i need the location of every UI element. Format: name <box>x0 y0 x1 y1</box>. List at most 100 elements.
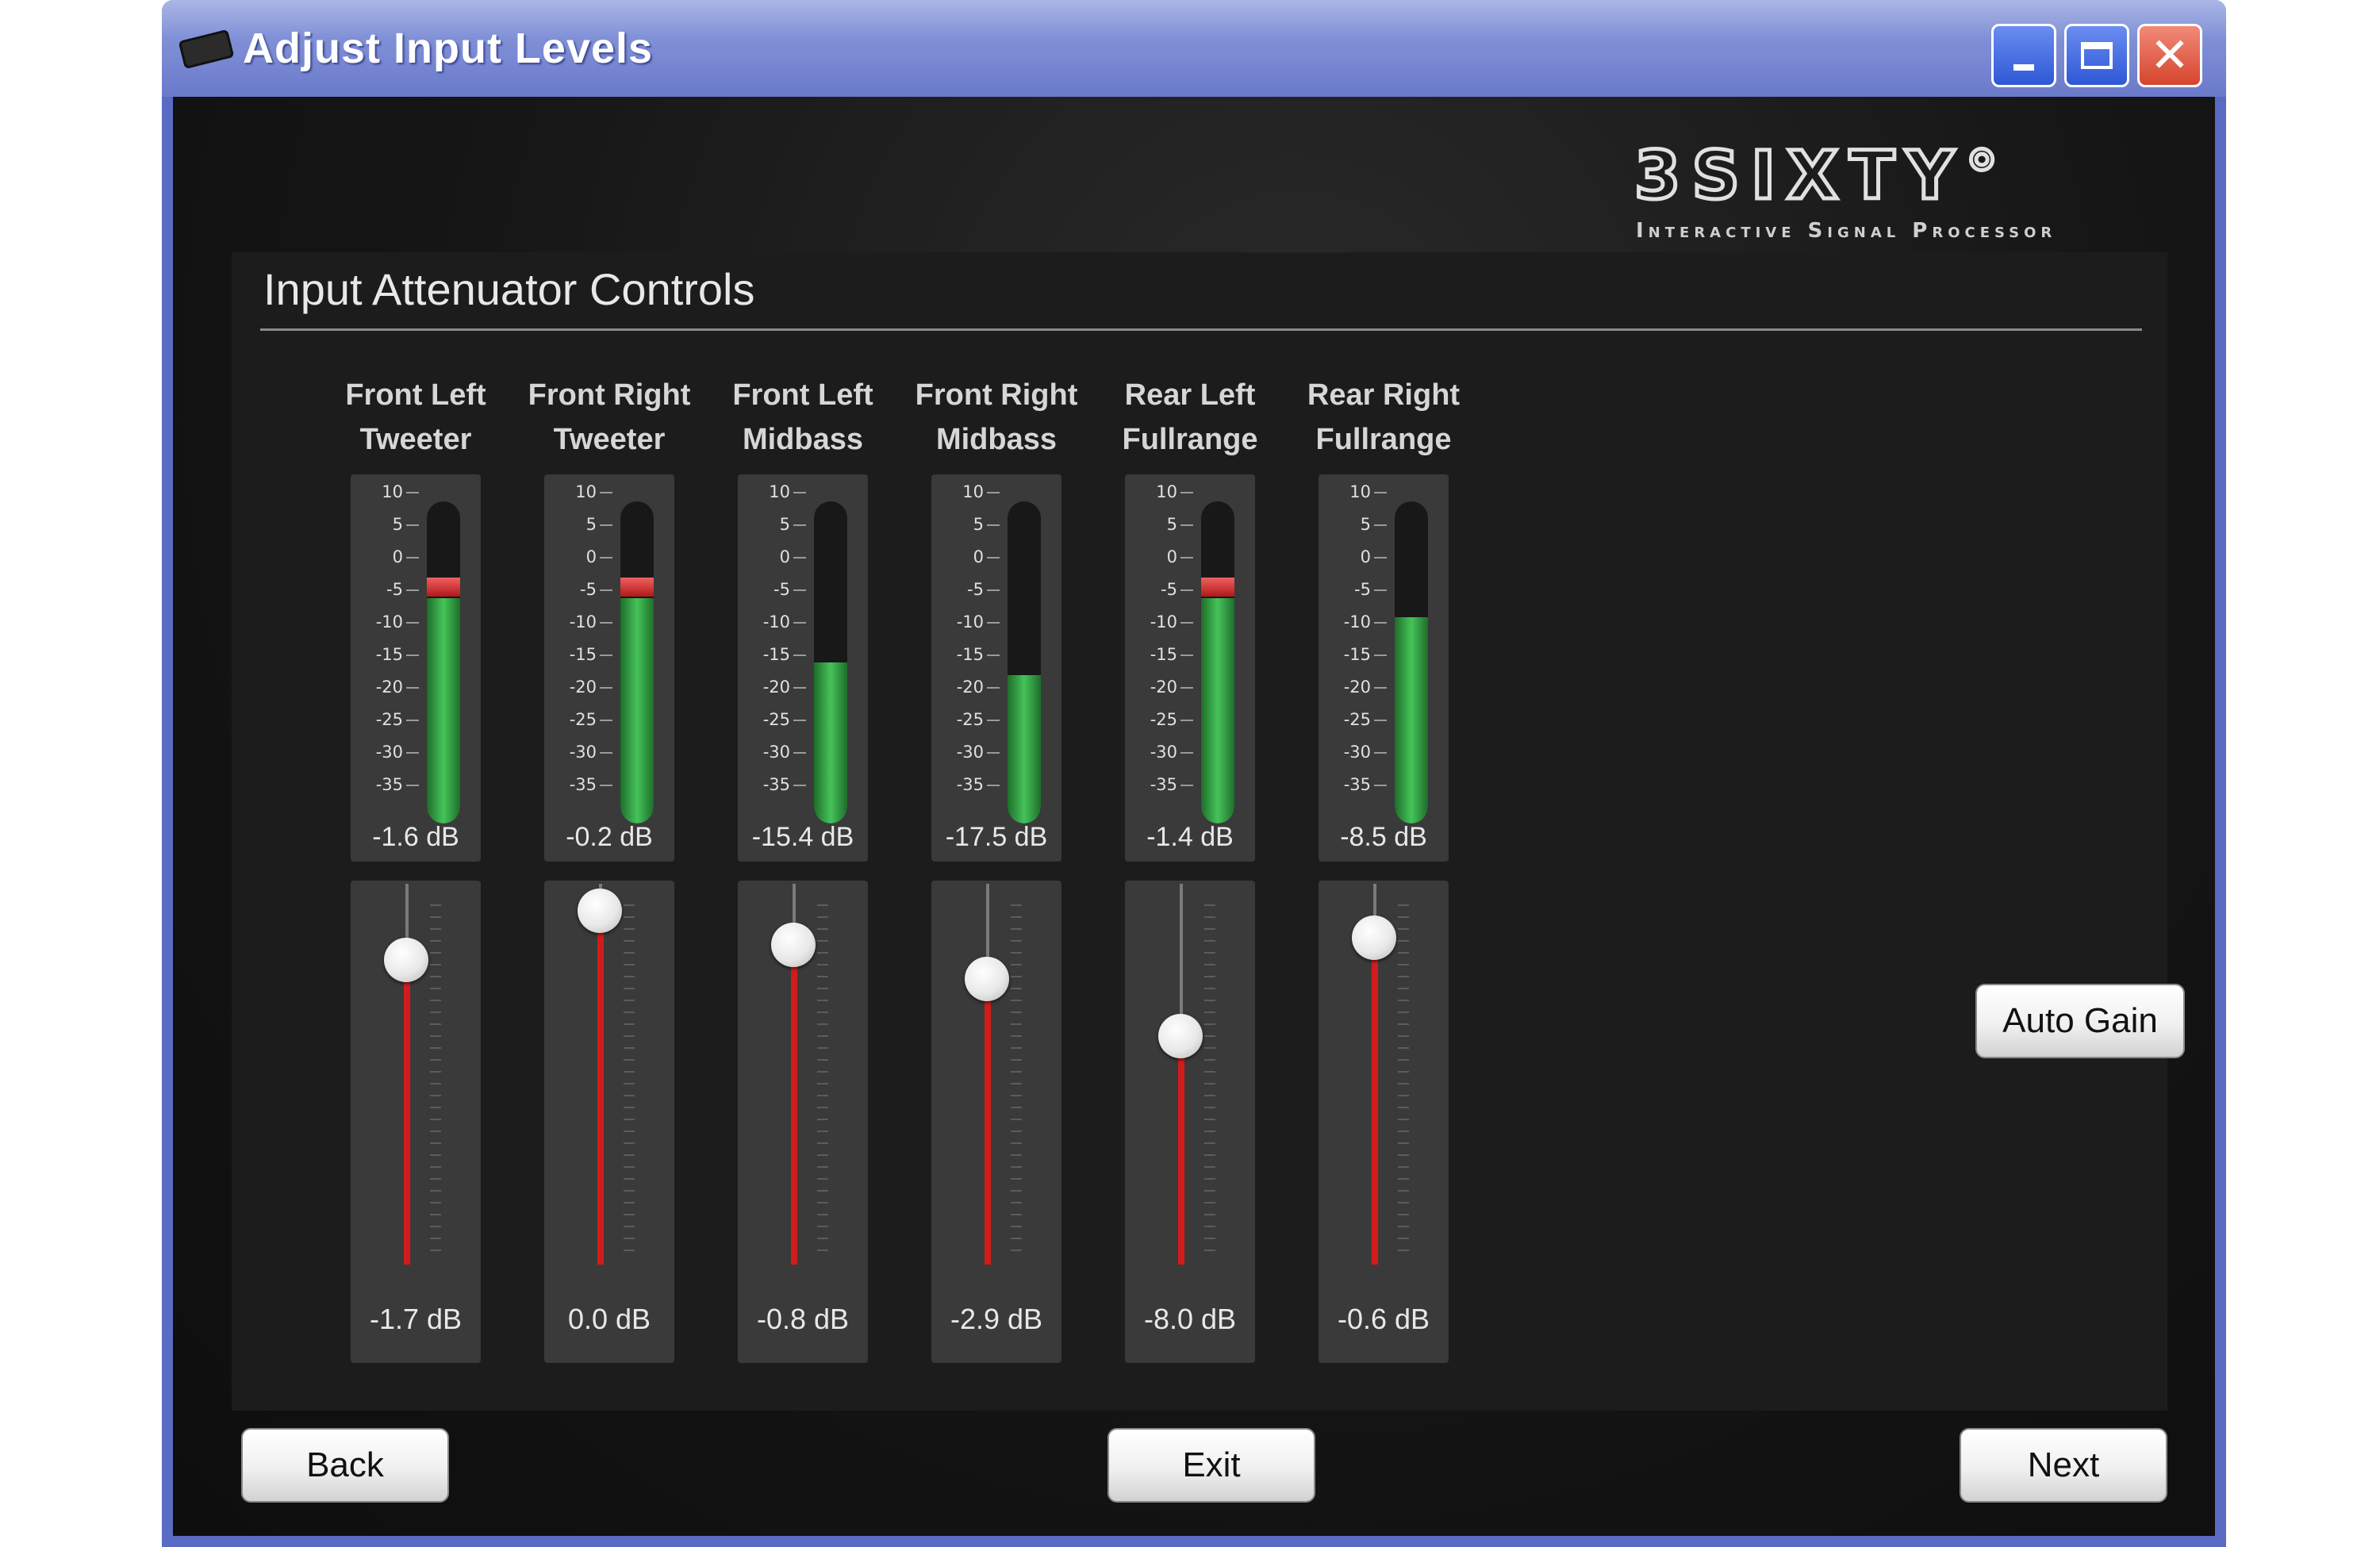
logo-wordmark: 3SIXTY° <box>1632 135 2010 217</box>
fader-knob[interactable] <box>578 889 622 933</box>
exit-button[interactable]: Exit <box>1107 1428 1315 1503</box>
meter-scale-label: -10 <box>375 612 403 631</box>
meter-tick <box>1374 524 1387 526</box>
channel-label-line2: Fullrange <box>1315 423 1452 456</box>
meter-track <box>427 501 460 823</box>
next-button[interactable]: Next <box>1960 1428 2167 1503</box>
meter-tick <box>793 622 806 624</box>
meter-tick <box>600 752 612 754</box>
meter-scale-label: -10 <box>956 612 984 631</box>
close-button[interactable]: ✕ <box>2137 24 2202 87</box>
channel-label-line1: Rear Right <box>1307 378 1461 412</box>
fader-knob[interactable] <box>1352 916 1396 960</box>
meter-tick <box>987 720 1000 721</box>
minimize-button[interactable] <box>1991 24 2056 87</box>
maximize-button[interactable] <box>2064 24 2129 87</box>
meter-tick <box>406 589 419 591</box>
meter-scale-label: 10 <box>575 482 597 501</box>
meter-level-bar <box>814 662 847 823</box>
window-content: 3SIXTY° Interactive Signal Processor Inp… <box>173 97 2215 1536</box>
channel-label: Rear Left Fullrange <box>1085 373 1295 462</box>
meter-scale-label: 5 <box>585 515 597 534</box>
fader-knob[interactable] <box>384 938 428 982</box>
meter-value: -1.4 dB <box>1146 822 1234 852</box>
attenuator-fader[interactable]: -1.7 dB <box>351 881 481 1363</box>
attenuator-fader[interactable]: 0.0 dB <box>544 881 674 1363</box>
meter-tick <box>1180 524 1193 526</box>
meter-scale-label: -5 <box>967 580 984 599</box>
channel-label: Front Left Tweeter <box>311 373 520 462</box>
meter-tick <box>793 687 806 689</box>
meter-track <box>814 501 847 823</box>
meter-tick <box>1180 720 1193 721</box>
fader-value: -8.0 dB <box>1143 1303 1237 1335</box>
attenuator-fader[interactable]: -0.8 dB <box>738 881 868 1363</box>
attenuator-fader[interactable]: -2.9 dB <box>931 881 1061 1363</box>
meter-tick <box>406 622 419 624</box>
channel-label: Front Right Midbass <box>892 373 1101 462</box>
fader-knob[interactable] <box>965 957 1009 1001</box>
meter-track <box>1395 501 1428 823</box>
meter-value: -1.6 dB <box>372 822 459 852</box>
sound-card-icon <box>178 29 235 70</box>
meter-level-bar <box>1395 617 1428 823</box>
meter-track <box>1201 501 1234 823</box>
window-title: Adjust Input Levels <box>243 25 654 72</box>
meter-tick <box>793 492 806 493</box>
fader-value: -2.9 dB <box>950 1303 1043 1335</box>
meter-tick <box>987 492 1000 493</box>
title-bar[interactable]: Adjust Input Levels ✕ <box>162 0 2226 97</box>
fader-level-bar <box>597 911 604 1265</box>
level-meter: 10 5 0 -5 -10 -15 -20 -25 -30 -35 -8.5 dB <box>1319 474 1449 862</box>
fader-value: -0.8 dB <box>756 1303 850 1335</box>
meter-scale-label: -30 <box>956 743 984 762</box>
fader-level-bar <box>404 960 410 1265</box>
meter-scale-label: -10 <box>762 612 790 631</box>
meter-tick <box>1180 752 1193 754</box>
meter-scale-label: -20 <box>375 678 403 697</box>
meter-tick <box>1374 752 1387 754</box>
fader-level-bar <box>985 979 991 1265</box>
channel-label-line1: Front Left <box>732 378 873 412</box>
channel-label-line2: Midbass <box>742 423 864 456</box>
meter-tick <box>793 524 806 526</box>
meter-scale-label: -10 <box>569 612 597 631</box>
meter-tick <box>793 720 806 721</box>
close-icon: ✕ <box>2149 28 2190 83</box>
meter-tick <box>1180 492 1193 493</box>
peak-indicator <box>620 578 654 597</box>
channel-label-line1: Front Left <box>345 378 486 412</box>
meter-scale-label: -35 <box>569 775 597 794</box>
attenuator-fader[interactable]: -8.0 dB <box>1125 881 1255 1363</box>
fader-ticks <box>1011 904 1022 1261</box>
meter-tick <box>1374 654 1387 656</box>
meter-tick <box>793 589 806 591</box>
meter-scale-label: -5 <box>774 580 790 599</box>
channel-strip: Front Right Tweeter 10 5 0 -5 -10 -15 -20 -25 -30 -… <box>528 252 690 1411</box>
meter-level-bar <box>427 598 460 823</box>
fader-value: 0.0 dB <box>567 1303 651 1335</box>
meter-scale-label: -25 <box>1150 710 1177 729</box>
peak-indicator <box>427 578 460 597</box>
meter-tick <box>987 785 1000 786</box>
meter-scale-label: 5 <box>1166 515 1177 534</box>
fader-knob[interactable] <box>771 923 816 967</box>
meter-tick <box>1374 720 1387 721</box>
meter-tick <box>600 687 612 689</box>
auto-gain-button[interactable]: Auto Gain <box>1975 984 2185 1058</box>
meter-scale-label: -20 <box>1343 678 1371 697</box>
attenuator-fader[interactable]: -0.6 dB <box>1319 881 1449 1363</box>
meter-scale-label: -35 <box>956 775 984 794</box>
meter-level-bar <box>1201 598 1234 823</box>
fader-level-bar <box>791 945 797 1265</box>
fader-knob[interactable] <box>1158 1014 1203 1058</box>
meter-tick <box>793 557 806 559</box>
meter-scale-label: -35 <box>1343 775 1371 794</box>
meter-scale-label: -35 <box>762 775 790 794</box>
meter-tick <box>406 492 419 493</box>
meter-tick <box>600 492 612 493</box>
meter-scale-label: 10 <box>1156 482 1177 501</box>
meter-scale-label: -35 <box>1150 775 1177 794</box>
back-button[interactable]: Back <box>241 1428 449 1503</box>
meter-scale-label: -15 <box>1343 645 1371 664</box>
